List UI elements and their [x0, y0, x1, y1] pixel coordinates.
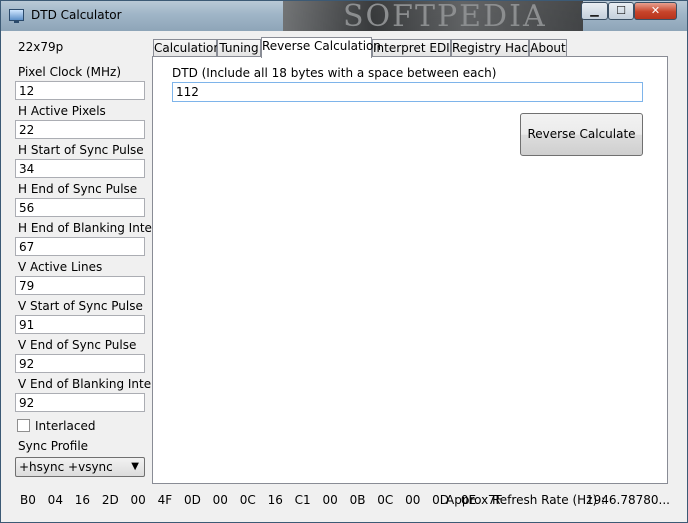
resolution-label: 22x79p [18, 40, 64, 54]
close-button[interactable]: ✕ [634, 2, 677, 20]
client-area: 22x79p Pixel Clock (MHz) 12 H Active Pix… [1, 31, 687, 522]
tab-tuning[interactable]: Tuning [217, 39, 261, 57]
h-active-pixels-label: H Active Pixels [18, 104, 106, 118]
tab-interpret-edid[interactable]: Interpret EDID [372, 39, 459, 57]
v-active-lines-label: V Active Lines [18, 260, 103, 274]
h-start-sync-label: H Start of Sync Pulse [18, 143, 144, 157]
v-end-blanking-field[interactable]: 92 [15, 393, 145, 412]
v-start-sync-label: V Start of Sync Pulse [18, 299, 143, 313]
v-end-sync-field[interactable]: 92 [15, 354, 145, 373]
v-end-blanking-label: V End of Blanking Interval [18, 377, 174, 391]
dtd-input[interactable]: 112 [172, 82, 643, 102]
dtd-label: DTD (Include all 18 bytes with a space b… [172, 66, 497, 80]
v-active-lines-field[interactable]: 79 [15, 276, 145, 295]
watermark: SOFTPEDIA [283, 0, 583, 34]
h-end-sync-field[interactable]: 56 [15, 198, 145, 217]
refresh-rate-label: Approx Refresh Rate (Hz) : [446, 493, 606, 507]
sync-profile-select[interactable]: +hsync +vsync ▼ [15, 457, 145, 477]
refresh-rate-value: 1946.78780... [586, 493, 670, 507]
reverse-calculation-panel: DTD (Include all 18 bytes with a space b… [152, 56, 668, 484]
window-title: DTD Calculator [31, 8, 122, 22]
chevron-down-icon: ▼ [131, 461, 139, 472]
interlaced-checkbox[interactable] [17, 419, 30, 432]
v-start-sync-field[interactable]: 91 [15, 315, 145, 334]
h-active-pixels-field[interactable]: 22 [15, 120, 145, 139]
interlaced-label: Interlaced [35, 419, 96, 433]
watermark-text: SOFTPEDIA [343, 0, 547, 34]
tab-about[interactable]: About [529, 39, 567, 57]
pixel-clock-field[interactable]: 12 [15, 81, 145, 100]
maximize-button[interactable]: ☐ [608, 2, 634, 20]
h-start-sync-field[interactable]: 34 [15, 159, 145, 178]
title-bar[interactable]: SOFTPEDIA DTD Calculator ▁ ☐ ✕ [1, 0, 687, 34]
h-end-blanking-field[interactable]: 67 [15, 237, 145, 256]
tab-calculation[interactable]: Calculation [153, 39, 221, 57]
reverse-calculate-button[interactable]: Reverse Calculate [520, 113, 643, 156]
h-end-sync-label: H End of Sync Pulse [18, 182, 138, 196]
app-window: SOFTPEDIA DTD Calculator ▁ ☐ ✕ 22x79p Pi… [0, 0, 688, 523]
minimize-button[interactable]: ▁ [581, 2, 608, 20]
dtd-bytes-readout: B0 04 16 2D 00 4F 0D 00 0C 16 C1 00 0B 0… [20, 493, 503, 507]
tab-reverse-calculation[interactable]: Reverse Calculation [261, 37, 381, 58]
pixel-clock-label: Pixel Clock (MHz) [18, 65, 122, 79]
sync-profile-value: +hsync +vsync [19, 460, 113, 474]
tab-registry-hack[interactable]: Registry Hack [451, 39, 535, 57]
monitor-icon [9, 9, 24, 23]
sync-profile-label: Sync Profile [18, 439, 89, 453]
v-end-sync-label: V End of Sync Pulse [18, 338, 137, 352]
